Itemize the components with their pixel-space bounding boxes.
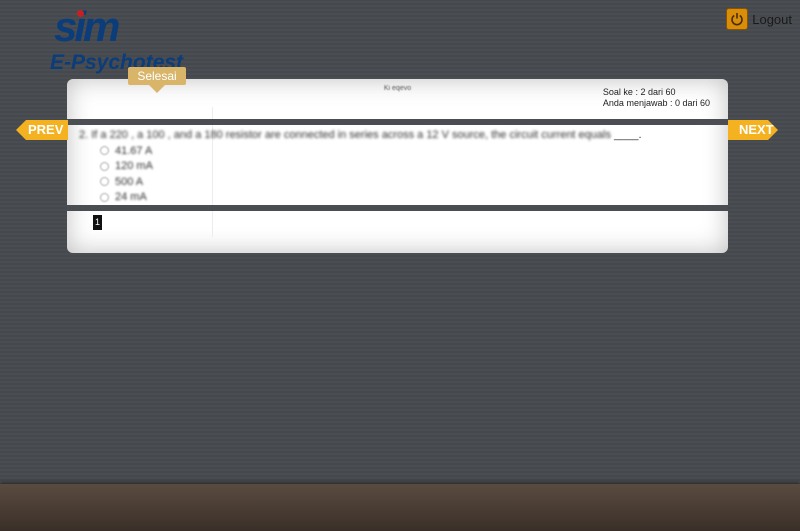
next-button[interactable]: NEXT <box>728 120 778 140</box>
option-label: 41.67 A <box>115 144 153 157</box>
answer-option[interactable]: 500 A <box>100 174 153 190</box>
question-panel: Ki eqevo Soal ke : 2 dari 60 Anda menjaw… <box>67 79 728 253</box>
answer-option[interactable]: 41.67 A <box>100 143 153 159</box>
radio-button[interactable] <box>100 177 109 187</box>
prev-button[interactable]: PREV <box>16 120 68 140</box>
logo-mark: sim <box>54 3 120 50</box>
option-label: 500 A <box>115 175 144 188</box>
page-number-button[interactable]: 1 <box>93 215 102 230</box>
option-label: 24 mA <box>115 191 147 204</box>
logo-dot <box>77 10 84 17</box>
radio-button[interactable] <box>100 146 109 156</box>
progress-info: Soal ke : 2 dari 60 Anda menjawab : 0 da… <box>603 87 710 109</box>
brand-logo: sim E-Psychotest <box>50 3 210 74</box>
answer-blank: ____. <box>614 129 642 141</box>
power-icon[interactable] <box>726 8 749 30</box>
answer-options: 41.67 A 120 mA 500 A 24 mA <box>100 143 153 205</box>
column-divider <box>212 107 213 237</box>
divider-band-top <box>67 119 728 125</box>
finish-button[interactable]: Selesai <box>128 67 186 93</box>
radio-button[interactable] <box>100 161 109 171</box>
footer-bar <box>0 484 800 531</box>
question-body: 2. If a 220 , a 100 , and a 180 resistor… <box>79 129 611 141</box>
answer-option[interactable]: 24 mA <box>100 190 153 206</box>
question-counter: Soal ke : 2 dari 60 <box>602 87 676 97</box>
logout-button[interactable]: Logout <box>726 8 792 30</box>
answered-counter: Anda menjawab : 0 dari 60 <box>602 98 710 108</box>
divider-band-bottom <box>67 205 728 211</box>
radio-button[interactable] <box>100 192 109 202</box>
logout-label[interactable]: Logout <box>752 12 792 27</box>
option-label: 120 mA <box>115 160 153 173</box>
answer-option[interactable]: 120 mA <box>100 159 153 175</box>
question-text: 2. If a 220 , a 100 , and a 180 resistor… <box>79 129 642 141</box>
